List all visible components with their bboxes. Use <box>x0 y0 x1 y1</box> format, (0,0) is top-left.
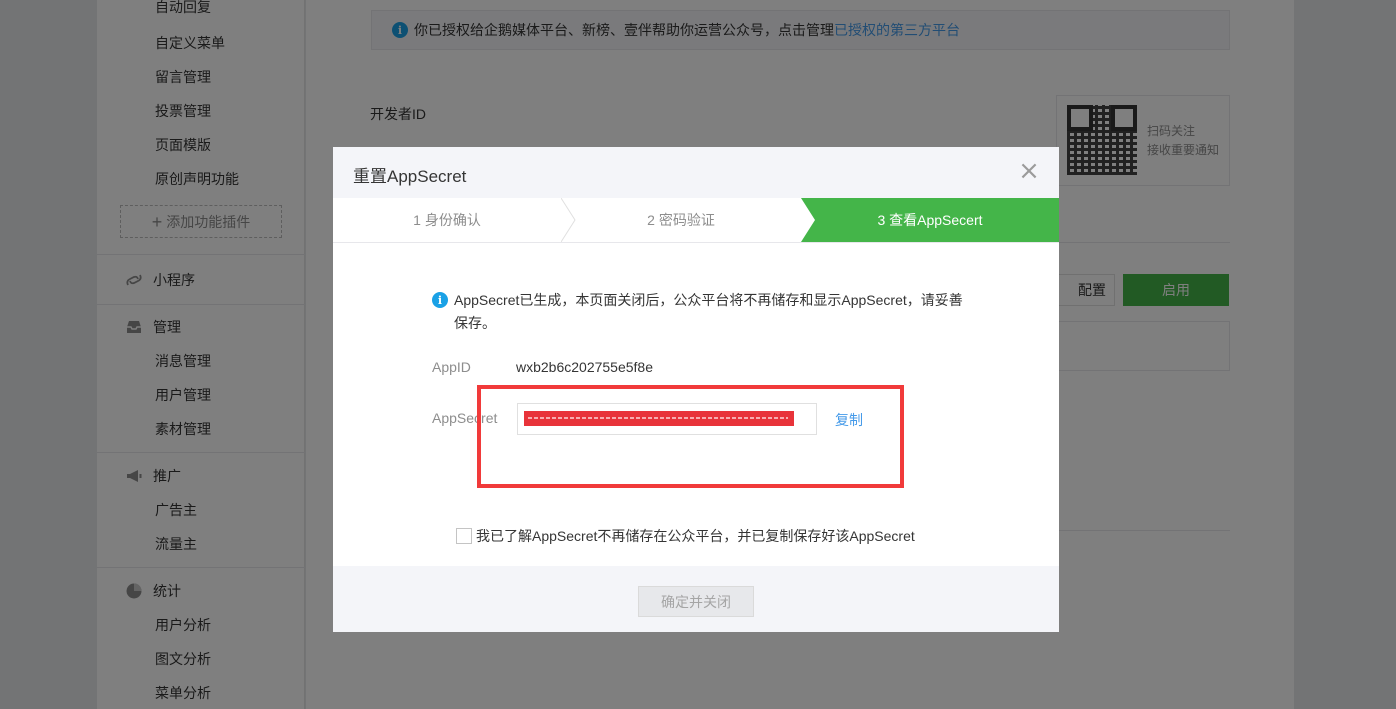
dialog-header: 重置AppSecret × <box>333 147 1059 198</box>
appid-label: AppID <box>432 359 471 375</box>
dialog-footer: 确定并关闭 <box>333 566 1059 632</box>
step-identity: 1 身份确认 <box>413 212 481 228</box>
close-icon[interactable]: × <box>1017 158 1041 184</box>
appsecret-tip: i AppSecret已生成，本页面关闭后，公众平台将不再储存和显示AppSec… <box>432 289 972 335</box>
agree-text: 我已了解AppSecret不再储存在公众平台，并已复制保存好该AppSecret <box>476 528 915 544</box>
step-view-appsecret: 3 查看AppSecert <box>801 198 1059 242</box>
annotation-highlight-box <box>477 385 904 488</box>
appid-value: wxb2b6c202755e5f8e <box>516 359 654 375</box>
reset-appsecret-dialog: 重置AppSecret × 1 身份确认 2 密码验证 3 查看AppSecer… <box>333 147 1059 632</box>
step-chevron <box>561 198 577 242</box>
tip-text: AppSecret已生成，本页面关闭后，公众平台将不再储存和显示AppSecre… <box>454 292 963 331</box>
step-password: 2 密码验证 <box>647 212 715 228</box>
agree-checkbox-row[interactable]: 我已了解AppSecret不再储存在公众平台，并已复制保存好该AppSecret <box>456 526 915 546</box>
step-indicator: 1 身份确认 2 密码验证 3 查看AppSecert <box>333 198 1059 243</box>
confirm-close-button[interactable]: 确定并关闭 <box>638 586 754 617</box>
agree-checkbox[interactable] <box>456 528 472 544</box>
dialog-title: 重置AppSecret <box>353 167 467 186</box>
info-icon: i <box>432 292 448 308</box>
step-chevron <box>801 198 817 242</box>
